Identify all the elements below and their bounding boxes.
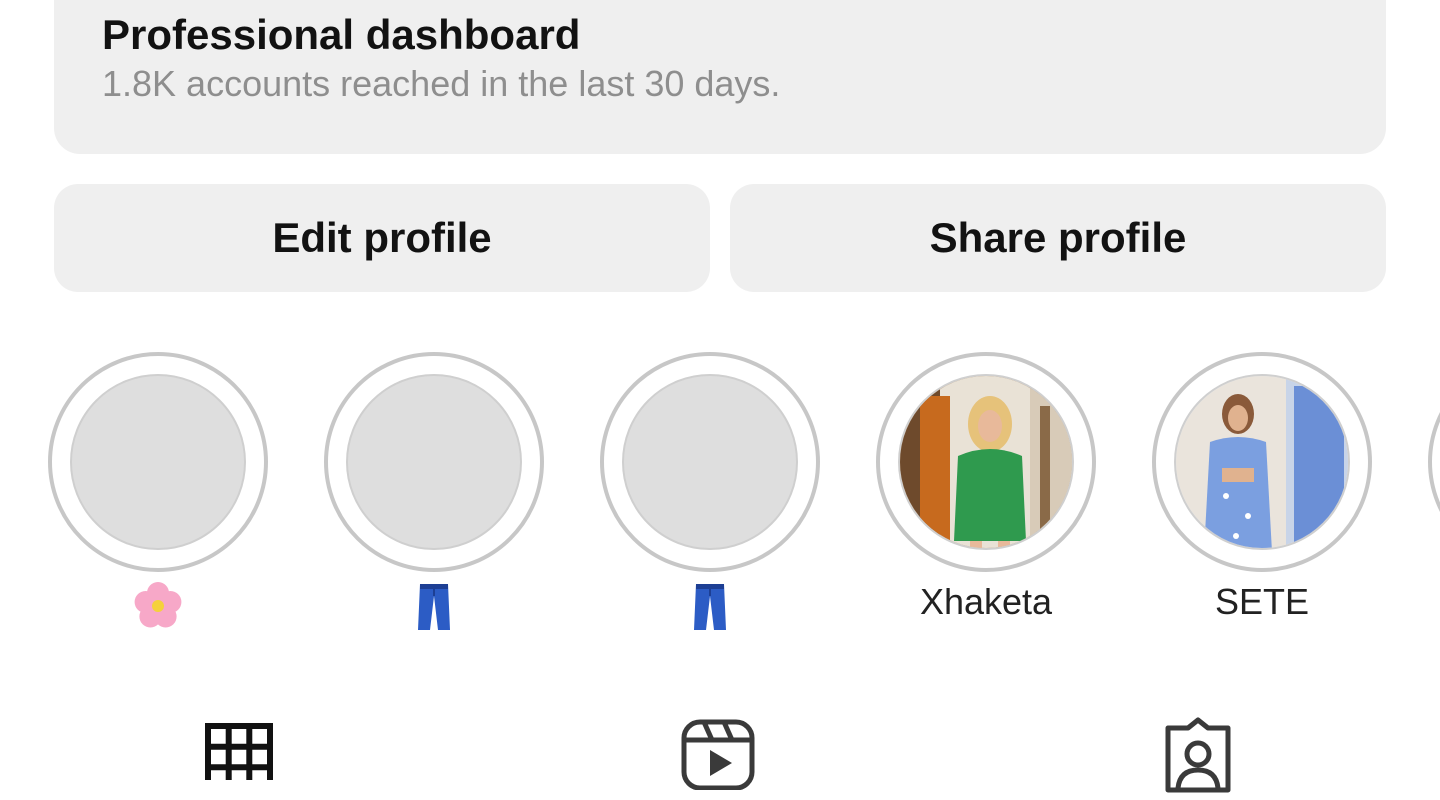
highlight-label: Xhaketa xyxy=(919,581,1053,622)
highlight-item[interactable]: SETE xyxy=(1152,352,1372,642)
highlight-cover-photo xyxy=(1174,374,1350,550)
highlight-item[interactable] xyxy=(600,352,820,642)
highlight-item-partial[interactable] xyxy=(1428,352,1440,642)
professional-dashboard-card[interactable]: Professional dashboard 1.8K accounts rea… xyxy=(54,0,1386,154)
edit-profile-button[interactable]: Edit profile xyxy=(54,184,710,292)
highlight-ring xyxy=(1428,352,1440,572)
jeans-icon xyxy=(680,580,740,632)
profile-content-tabs xyxy=(0,710,1440,800)
reels-icon xyxy=(681,719,755,790)
tab-tagged[interactable] xyxy=(1148,710,1248,800)
highlight-ring xyxy=(48,352,268,572)
share-profile-button[interactable]: Share profile xyxy=(730,184,1386,292)
cherry-blossom-icon xyxy=(128,580,188,632)
tagged-icon xyxy=(1165,717,1231,793)
story-highlights-row[interactable]: Xhaketa SETE xyxy=(0,352,1440,642)
tab-reels[interactable] xyxy=(668,710,768,800)
highlight-ring xyxy=(876,352,1096,572)
highlight-cover-placeholder xyxy=(346,374,522,550)
highlight-cover-placeholder xyxy=(70,374,246,550)
profile-actions: Edit profile Share profile xyxy=(54,184,1386,292)
highlight-item[interactable]: Xhaketa xyxy=(876,352,1096,642)
grid-icon xyxy=(205,723,273,780)
highlight-cover-photo xyxy=(898,374,1074,550)
highlight-ring xyxy=(324,352,544,572)
highlight-ring xyxy=(1152,352,1372,572)
dashboard-title: Professional dashboard xyxy=(102,11,581,58)
jeans-icon xyxy=(404,580,464,632)
highlight-cover-placeholder xyxy=(622,374,798,550)
highlight-label: SETE xyxy=(1214,581,1310,622)
highlight-ring xyxy=(600,352,820,572)
highlight-item[interactable] xyxy=(48,352,268,642)
dashboard-reach-summary: 1.8K accounts reached in the last 30 day… xyxy=(102,63,781,105)
tab-posts-grid[interactable] xyxy=(189,710,289,800)
highlight-item[interactable] xyxy=(324,352,544,642)
